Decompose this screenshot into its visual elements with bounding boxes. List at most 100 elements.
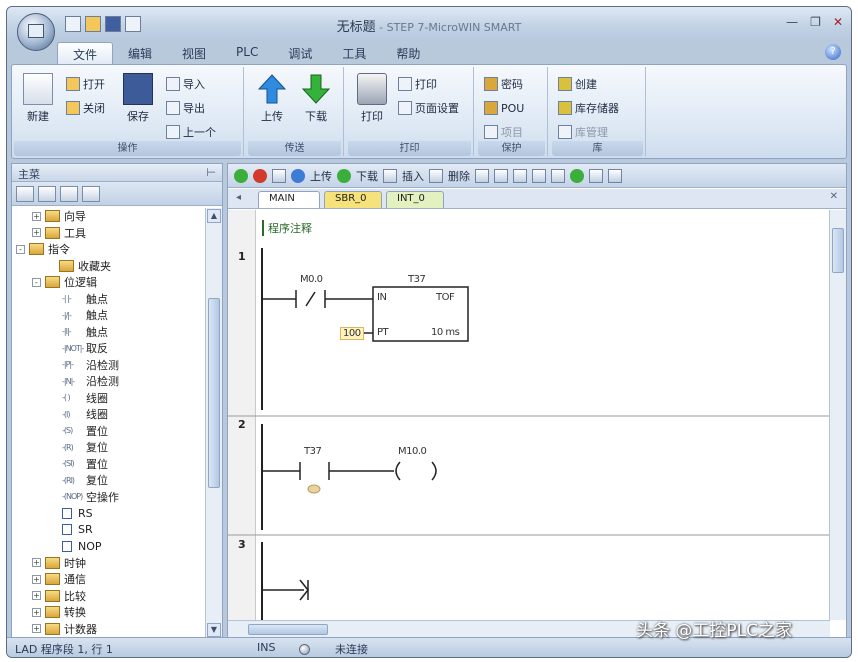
open-button[interactable]: 打开 <box>66 75 105 93</box>
tab-help[interactable]: 帮助 <box>381 42 435 64</box>
n2-contact-operand[interactable]: T37 <box>304 446 322 457</box>
editor-vscroll-thumb[interactable] <box>832 228 844 273</box>
network-icon[interactable] <box>494 168 508 183</box>
pin-icon[interactable]: ⊢ <box>206 166 216 179</box>
tree-item[interactable]: - 指令 <box>12 241 206 258</box>
tree-item[interactable]: RS <box>12 505 206 522</box>
insert-icon[interactable] <box>383 168 397 183</box>
tab-file[interactable]: 文件 <box>57 42 114 64</box>
tree-expander-icon[interactable]: - <box>16 244 25 254</box>
tree-expander-icon[interactable]: + <box>32 607 41 617</box>
close-button[interactable]: 关闭 <box>66 99 105 117</box>
tree-scrollbar[interactable]: ▲ ▼ <box>205 208 222 638</box>
application-orb-button[interactable] <box>17 13 55 51</box>
tree-add-icon[interactable] <box>38 185 56 202</box>
pou-button[interactable]: POU <box>484 99 524 117</box>
tree-item[interactable]: -| |- 触点 <box>12 291 206 308</box>
tree-item[interactable]: NOP <box>12 538 206 555</box>
tree-expander-icon[interactable]: + <box>32 558 41 568</box>
tree-expander-icon[interactable]: - <box>32 277 41 287</box>
tab-edit[interactable]: 编辑 <box>113 42 167 64</box>
tree-item[interactable]: -( ) 线圈 <box>12 390 206 407</box>
toolbar-download-label[interactable]: 下载 <box>356 168 378 184</box>
editor-vscrollbar[interactable] <box>829 210 846 620</box>
scroll-up-icon[interactable]: ▲ <box>207 209 221 223</box>
help-icon[interactable]: ? <box>825 44 841 60</box>
symbol-icon[interactable] <box>589 168 603 183</box>
toolbar-insert-label[interactable]: 插入 <box>402 168 424 184</box>
tree-view-icon[interactable] <box>16 185 34 202</box>
tree-item[interactable]: -(S) 置位 <box>12 423 206 440</box>
pt-value[interactable]: 100 <box>340 327 364 340</box>
tree-scroll-thumb[interactable] <box>208 298 220 488</box>
export-button[interactable]: 导出 <box>166 99 205 117</box>
editor-hscroll-thumb[interactable] <box>248 624 328 635</box>
run-icon[interactable] <box>234 168 248 183</box>
monitor-icon[interactable] <box>570 168 584 183</box>
coil-icon[interactable] <box>532 168 546 183</box>
import-button[interactable]: 导入 <box>166 75 205 93</box>
project-protect-button[interactable]: 项目 <box>484 123 523 141</box>
new-button[interactable]: 新建 <box>18 73 58 124</box>
previous-button[interactable]: 上一个 <box>166 123 216 141</box>
save-button[interactable]: 保存 <box>118 73 158 124</box>
password-button[interactable]: 密码 <box>484 75 523 93</box>
tab-view[interactable]: 视图 <box>167 42 221 64</box>
box-icon[interactable] <box>551 168 565 183</box>
tab-plc[interactable]: PLC <box>221 42 273 64</box>
tab-debug[interactable]: 调试 <box>273 42 327 64</box>
tree-item[interactable]: -|I|- 触点 <box>12 324 206 341</box>
tree-expander-icon[interactable]: + <box>32 211 41 221</box>
upload-small-icon[interactable] <box>291 168 305 183</box>
tree-item[interactable]: -(RI) 复位 <box>12 472 206 489</box>
ladder-diagram[interactable]: 程序注释 1 2 3 M0.0 T37 IN TOF 100 PT 10 ms … <box>228 210 830 620</box>
tree-item[interactable]: -|/|- 触点 <box>12 307 206 324</box>
contact-icon[interactable] <box>513 168 527 183</box>
compile-icon[interactable] <box>272 168 286 183</box>
download-small-icon[interactable] <box>337 168 351 183</box>
library-memory-button[interactable]: 库存储器 <box>558 99 619 117</box>
tree-item[interactable]: + 通信 <box>12 571 206 588</box>
bookmark-icon[interactable] <box>475 168 489 183</box>
toolbar-delete-label[interactable]: 删除 <box>448 168 470 184</box>
n1-contact-operand[interactable]: M0.0 <box>300 274 323 285</box>
tree-expander-icon[interactable]: + <box>32 624 41 634</box>
minimize-icon[interactable]: — <box>786 15 798 29</box>
tab-main[interactable]: MAIN <box>258 191 320 208</box>
print-button[interactable]: 打印 <box>352 73 392 124</box>
restore-icon[interactable]: ❐ <box>810 15 821 29</box>
tree-expander-icon[interactable]: + <box>32 591 41 601</box>
tree-item[interactable]: + 比较 <box>12 588 206 605</box>
editor-close-icon[interactable]: ✕ <box>830 191 838 202</box>
tree-item[interactable]: + 工具 <box>12 225 206 242</box>
tree-item[interactable]: SR <box>12 522 206 539</box>
page-setup-button[interactable]: 页面设置 <box>398 99 459 117</box>
tree-item[interactable]: -|N|- 沿检测 <box>12 373 206 390</box>
delete-icon[interactable] <box>429 168 443 183</box>
n2-coil-operand[interactable]: M10.0 <box>398 446 427 457</box>
tree-expander-icon[interactable]: + <box>32 574 41 584</box>
tree-item[interactable]: + 计数器 <box>12 621 206 638</box>
tab-sbr0[interactable]: SBR_0 <box>324 191 382 208</box>
tree-item[interactable]: -(R) 复位 <box>12 439 206 456</box>
print-settings-button[interactable]: 打印 <box>398 75 437 93</box>
tab-tools[interactable]: 工具 <box>327 42 381 64</box>
tree-item[interactable]: + 向导 <box>12 208 206 225</box>
tree-item[interactable]: 收藏夹 <box>12 258 206 275</box>
download-button[interactable]: 下载 <box>296 73 336 124</box>
create-library-button[interactable]: 创建 <box>558 75 597 93</box>
tree-item[interactable]: -(SI) 置位 <box>12 456 206 473</box>
tree-item[interactable]: -|P|- 沿检测 <box>12 357 206 374</box>
close-icon[interactable]: ✕ <box>833 15 843 29</box>
tree-insert-icon[interactable] <box>60 185 78 202</box>
library-manage-button[interactable]: 库管理 <box>558 123 608 141</box>
tree-properties-icon[interactable] <box>82 185 100 202</box>
upload-button[interactable]: 上传 <box>252 73 292 124</box>
n1-timer-operand[interactable]: T37 <box>408 274 426 285</box>
tree-expander-icon[interactable]: + <box>32 228 41 238</box>
scroll-down-icon[interactable]: ▼ <box>207 623 221 637</box>
tree-item[interactable]: + 转换 <box>12 604 206 621</box>
tree-item[interactable]: -(NOP) 空操作 <box>12 489 206 506</box>
tab-int0[interactable]: INT_0 <box>386 191 444 208</box>
tree-item[interactable]: -(I) 线圈 <box>12 406 206 423</box>
